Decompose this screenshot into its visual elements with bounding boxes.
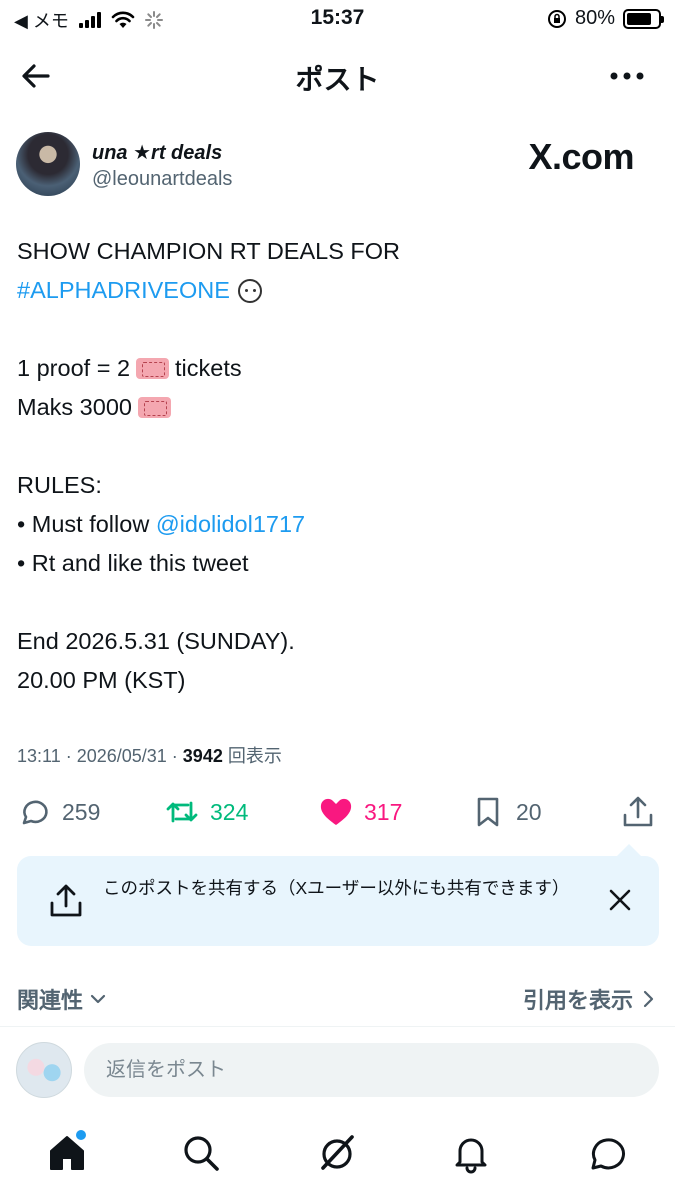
reply-input[interactable]: [84, 1043, 659, 1097]
replies-sort-row: 関連性 引用を表示: [0, 975, 675, 1023]
ticket-emoji-icon: [136, 358, 170, 379]
tab-grok[interactable]: [316, 1132, 358, 1174]
heart-icon: [320, 798, 352, 825]
home-notification-dot: [76, 1130, 86, 1140]
messages-icon: [591, 1138, 625, 1170]
sort-relevance-label: 関連性: [17, 988, 84, 1013]
sort-relevance-dropdown[interactable]: 関連性: [17, 983, 107, 1015]
status-bar: ◀ メモ 15:37 80%: [0, 0, 675, 38]
post-header: ポスト: [0, 38, 675, 114]
post-line: SHOW CHAMPION RT DEALS FOR: [17, 238, 401, 264]
close-icon[interactable]: [607, 887, 633, 913]
mention-link[interactable]: @idolidol1717: [156, 505, 305, 544]
like-count: 317: [364, 798, 403, 825]
bookmark-count: 20: [516, 798, 542, 825]
chevron-down-icon: [90, 994, 106, 1004]
page-title: ポスト: [295, 64, 380, 95]
divider: [0, 1026, 675, 1027]
repost-icon: [166, 801, 198, 823]
views-count: 3942: [182, 746, 223, 766]
chevron-right-icon: [643, 990, 654, 1008]
reply-icon: [22, 800, 48, 825]
post-meta: 13:11 · 2026/05/31 · 3942 回表示: [17, 742, 282, 768]
share-icon: [50, 884, 82, 917]
post-line: End 2026.5.31 (SUNDAY).: [17, 628, 295, 654]
bottom-tab-bar: [0, 1118, 675, 1200]
post-line: #ALPHADRIVEONE: [17, 271, 657, 310]
tab-notifications[interactable]: [450, 1132, 492, 1174]
share-tooltip[interactable]: このポストを共有する（Xユーザー以外にも共有できます）: [17, 844, 659, 946]
more-options-icon[interactable]: [609, 62, 645, 90]
repost-count: 324: [210, 798, 249, 825]
reply-button[interactable]: 259: [16, 790, 100, 834]
reply-count: 259: [62, 798, 101, 825]
like-button[interactable]: 317: [318, 790, 402, 834]
share-tooltip-text: このポストを共有する（Xユーザー以外にも共有できます）: [103, 878, 570, 898]
post-line: • Rt and like this tweet: [17, 550, 249, 576]
post-text: SHOW CHAMPION RT DEALS FOR #ALPHADRIVEON…: [17, 232, 657, 700]
post-line: RULES:: [17, 472, 102, 498]
bookmark-icon: [477, 797, 499, 827]
author-display-name[interactable]: una ★rt deals: [92, 140, 222, 165]
bookmark-button[interactable]: 20: [470, 790, 542, 834]
views-label: 回表示: [222, 746, 282, 766]
rule-text: • Must follow: [17, 511, 156, 537]
view-quotes-label: 引用を表示: [522, 988, 633, 1013]
x-com-watermark: X.com: [528, 136, 634, 177]
post-timestamp: 13:11 · 2026/05/31 ·: [17, 746, 183, 766]
view-quotes-link[interactable]: 引用を表示: [523, 983, 655, 1015]
status-right: 80%: [547, 7, 664, 30]
bell-icon: [455, 1138, 487, 1174]
repost-button[interactable]: 324: [164, 790, 248, 834]
tab-messages[interactable]: [586, 1132, 628, 1174]
face-emoji-icon: [237, 278, 262, 303]
share-icon: [623, 796, 653, 827]
tab-search[interactable]: [180, 1132, 222, 1174]
author-handle[interactable]: @leounartdeals: [92, 168, 232, 191]
user-avatar[interactable]: [16, 1042, 72, 1098]
post-line: Maks 3000: [17, 388, 657, 427]
share-button[interactable]: [620, 790, 656, 834]
search-icon: [184, 1136, 219, 1171]
proof-text: 1 proof = 2: [17, 355, 131, 381]
ticket-emoji-icon: [137, 397, 171, 418]
hashtag-link[interactable]: #ALPHADRIVEONE: [17, 271, 230, 310]
tickets-text: tickets: [175, 355, 242, 381]
grok-icon: [321, 1135, 354, 1170]
battery-icon: [623, 8, 664, 29]
post-line: 20.00 PM (KST): [17, 667, 186, 693]
maks-text: Maks 3000: [17, 394, 132, 420]
post-actions: 259 324 317 20: [0, 790, 675, 834]
author-avatar[interactable]: [16, 132, 80, 196]
post-line: 1 proof = 2 tickets: [17, 349, 657, 388]
post-line: • Must follow @idolidol1717: [17, 505, 657, 544]
orientation-lock-icon: [547, 9, 566, 28]
post-author: una ★rt deals @leounartdeals X.com: [16, 132, 656, 202]
battery-percent: 80%: [574, 7, 615, 29]
